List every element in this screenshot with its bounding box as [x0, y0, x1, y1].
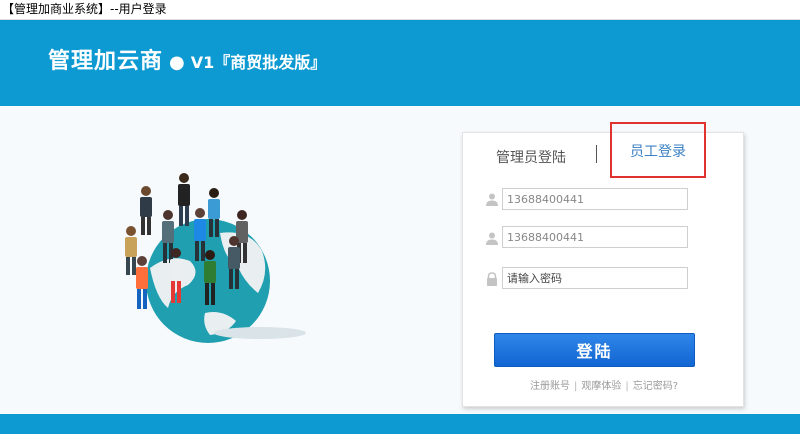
tab-admin-login[interactable]: 管理员登陆 [496, 147, 566, 167]
brand-logo: 管理加云商 ● V1『商贸批发版』 [48, 43, 326, 75]
auxiliary-links: 注册账号 | 观摩体验 | 忘记密码? [463, 377, 745, 392]
link-separator: | [573, 381, 578, 392]
forgot-password-link[interactable]: 忘记密码? [633, 381, 678, 392]
brand-version: V1『商贸批发版』 [190, 53, 327, 72]
password-field[interactable] [502, 267, 688, 289]
window-titlebar: 【管理加商业系统】--用户登录 [0, 0, 800, 20]
user-icon [486, 193, 498, 206]
lock-icon [487, 272, 497, 286]
tab-staff-label: 员工登录 [630, 144, 686, 160]
team-globe-illustration [125, 173, 306, 343]
header-banner: 管理加云商 ● V1『商贸批发版』 [0, 20, 800, 106]
register-link[interactable]: 注册账号 [530, 381, 570, 392]
login-button[interactable]: 登陆 [494, 333, 695, 367]
tab-staff-login[interactable]: 员工登录 [610, 122, 706, 178]
brand-dot: ● [169, 52, 185, 73]
window-title: 【管理加商业系统】--用户登录 [2, 2, 167, 16]
company-field[interactable] [502, 188, 688, 210]
footer-bar [0, 414, 800, 434]
link-separator: | [625, 381, 629, 392]
demo-link[interactable]: 观摩体验 [581, 381, 621, 392]
tab-divider [596, 145, 597, 163]
account-field[interactable] [502, 226, 688, 248]
user-icon [486, 232, 498, 245]
login-panel: 管理员登陆 员工登录 登陆 注册账号|观摩体验|忘记密码? [462, 122, 745, 407]
brand-name: 管理加云商 [48, 49, 164, 74]
